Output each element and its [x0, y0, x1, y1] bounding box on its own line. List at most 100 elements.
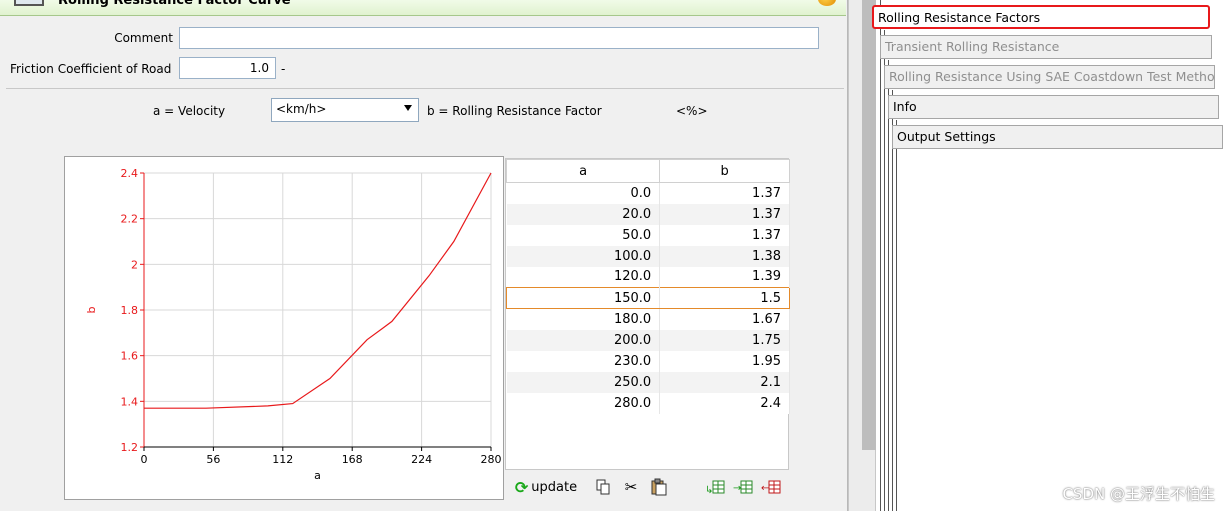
cell-a[interactable]: 20.0: [506, 203, 661, 225]
x-tick-label: 168: [342, 453, 363, 466]
friction-coefficient-label: Friction Coefficient of Road: [10, 62, 172, 76]
tree-line: [892, 90, 893, 511]
cut-button[interactable]: ✂: [620, 476, 642, 498]
panel-title: Rolling Resistance Factor Curve: [58, 0, 291, 8]
cell-a[interactable]: 180.0: [506, 308, 661, 330]
tree-line: [888, 60, 889, 511]
column-header-a[interactable]: a: [505, 159, 661, 183]
a-definition-label: a = Velocity: [153, 104, 226, 118]
delete-row-button[interactable]: ←: [760, 476, 782, 498]
table-row[interactable]: 230.0 1.95: [506, 350, 790, 372]
chart-svg: 1.2 1.4 1.6 1.8 2 2.2 2.4 0 56 112 168 224 280 a b: [85, 167, 502, 482]
svg-text:→: →: [733, 483, 741, 494]
cell-b[interactable]: 1.37: [659, 182, 790, 204]
cell-b[interactable]: 1.5: [659, 287, 790, 309]
curve-table-icon: [14, 0, 44, 6]
nav-item-info[interactable]: Info: [888, 95, 1219, 119]
copy-icon: [596, 479, 610, 495]
update-label: update: [531, 479, 578, 495]
delete-row-icon: ←: [761, 480, 781, 494]
cell-b[interactable]: 1.39: [659, 266, 790, 288]
y-tick-label: 1.6: [121, 350, 139, 363]
curve-editor-panel: Rolling Resistance Factor Curve Comment …: [0, 0, 848, 511]
insert-row-after-icon: →: [733, 480, 753, 494]
update-button[interactable]: ⟳ update: [510, 476, 582, 498]
table-row[interactable]: 100.0 1.38: [506, 245, 790, 267]
paste-button[interactable]: [648, 476, 670, 498]
separator: [6, 88, 844, 89]
svg-text:←: ←: [761, 483, 769, 494]
cell-a[interactable]: 200.0: [506, 329, 661, 351]
column-header-b[interactable]: b: [659, 159, 790, 183]
cell-b[interactable]: 1.67: [659, 308, 790, 330]
status-icon: [818, 0, 836, 6]
insert-row-after-button[interactable]: →: [732, 476, 754, 498]
tree-line: [884, 30, 885, 511]
splitter-shadow: [862, 0, 876, 450]
cell-a[interactable]: 50.0: [506, 224, 661, 246]
table-toolbar: ⟳ update ✂ ↳ → ←: [508, 474, 793, 500]
table-row[interactable]: 180.0 1.67: [506, 308, 790, 330]
cell-b[interactable]: 1.37: [659, 203, 790, 225]
cell-a[interactable]: 230.0: [506, 350, 661, 372]
panel-title-bar: Rolling Resistance Factor Curve: [0, 0, 846, 16]
refresh-icon: ⟳: [514, 477, 529, 497]
nav-item-rolling-resistance-factors[interactable]: Rolling Resistance Factors: [872, 5, 1210, 29]
cell-b[interactable]: 1.95: [659, 350, 790, 372]
velocity-unit-value: <km/h>: [276, 102, 327, 116]
y-tick-label: 2.2: [121, 213, 139, 226]
cell-a[interactable]: 0.0: [506, 182, 661, 204]
table-row[interactable]: 250.0 2.1: [506, 371, 790, 393]
cell-a[interactable]: 280.0: [506, 392, 661, 414]
paste-icon: [651, 478, 667, 496]
comment-input[interactable]: [179, 27, 819, 49]
b-definition-label: b = Rolling Resistance Factor: [427, 104, 602, 118]
cell-b[interactable]: 2.4: [659, 392, 790, 414]
y-tick-label: 2: [131, 258, 138, 271]
table-row[interactable]: 0.0 1.37: [506, 182, 790, 204]
x-axis-label: a: [314, 469, 321, 482]
cell-b[interactable]: 1.37: [659, 224, 790, 246]
insert-row-before-button[interactable]: ↳: [704, 476, 726, 498]
insert-row-before-icon: ↳: [705, 480, 725, 495]
x-tick-label: 56: [206, 453, 220, 466]
nav-item-transient-rolling-resistance[interactable]: Transient Rolling Resistance: [880, 35, 1212, 59]
nav-item-sae-coastdown[interactable]: Rolling Resistance Using SAE Coastdown T…: [884, 65, 1215, 89]
table-row[interactable]: 120.0 1.39: [506, 266, 790, 288]
y-tick-label: 1.8: [121, 304, 139, 317]
tree-line: [880, 0, 881, 511]
x-tick-label: 112: [272, 453, 293, 466]
table-row[interactable]: 150.0 1.5: [505, 287, 790, 309]
svg-text:↳: ↳: [705, 485, 713, 495]
table-row[interactable]: 200.0 1.75: [506, 329, 790, 351]
cell-b[interactable]: 1.75: [659, 329, 790, 351]
table-row[interactable]: 20.0 1.37: [506, 203, 790, 225]
x-tick-label: 0: [141, 453, 148, 466]
cell-a[interactable]: 100.0: [506, 245, 661, 267]
y-tick-label: 1.2: [121, 441, 139, 454]
curve-data-table[interactable]: a b 0.0 1.37 20.0 1.37 50.0 1.37 100.0 1.38 120.…: [505, 158, 790, 470]
y-tick-label: 2.4: [121, 167, 139, 180]
table-row[interactable]: 280.0 2.4: [506, 392, 790, 414]
watermark: CSDN @王浮生不怕生: [1062, 485, 1215, 503]
curve-chart[interactable]: 1.2 1.4 1.6 1.8 2 2.2 2.4 0 56 112 168 224 280 a b: [64, 156, 504, 500]
copy-button[interactable]: [592, 476, 614, 498]
friction-coefficient-input[interactable]: [179, 57, 276, 79]
velocity-unit-select[interactable]: <km/h>: [271, 98, 419, 122]
y-axis-label: b: [85, 306, 98, 313]
b-unit-label: <%>: [676, 104, 708, 118]
x-tick-label: 280: [481, 453, 502, 466]
nav-item-output-settings[interactable]: Output Settings: [892, 125, 1223, 149]
cell-a[interactable]: 120.0: [506, 266, 661, 288]
cell-b[interactable]: 2.1: [659, 371, 790, 393]
cell-b[interactable]: 1.38: [659, 245, 790, 267]
table-row[interactable]: 50.0 1.37: [506, 224, 790, 246]
cell-a[interactable]: 250.0: [506, 371, 661, 393]
cell-a[interactable]: 150.0: [505, 287, 661, 309]
friction-unit-label: -: [281, 62, 286, 76]
x-tick-label: 224: [411, 453, 432, 466]
tree-line: [896, 120, 897, 511]
y-tick-label: 1.4: [121, 395, 139, 408]
series-line: [144, 172, 492, 409]
dropdown-arrow-icon: [404, 105, 412, 111]
